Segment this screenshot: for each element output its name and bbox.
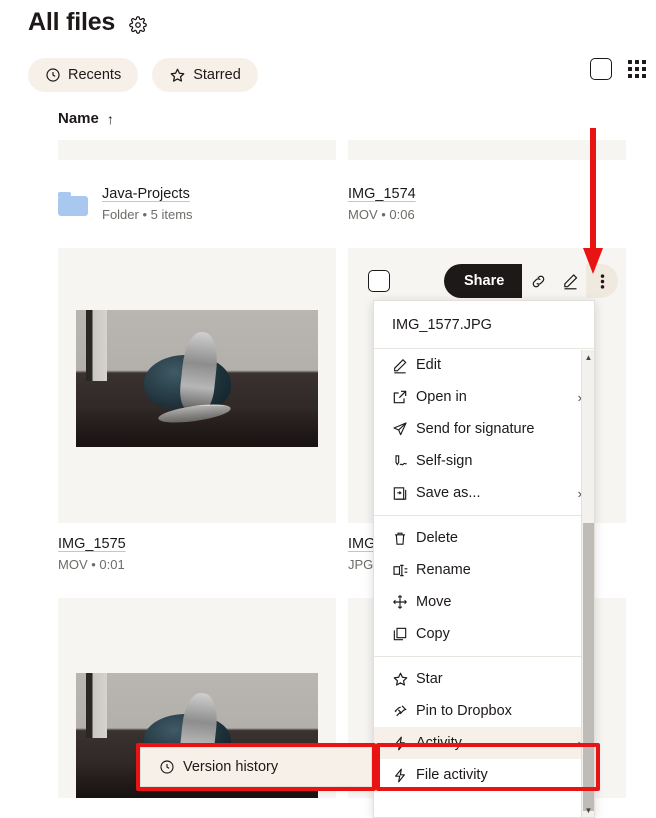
folder-icon — [58, 192, 88, 216]
grid-view-icon[interactable] — [628, 60, 646, 78]
context-menu-list: Edit Open in › Send for signature Self-s… — [374, 349, 594, 791]
menu-item-save-as[interactable]: Save as... › — [374, 477, 594, 509]
paper-plane-icon — [392, 421, 416, 437]
context-menu-title: IMG_1577.JPG — [374, 301, 594, 349]
file-cell-img-1575[interactable]: IMG_1575 MOV • 0:01 — [58, 248, 336, 572]
action-button-group: Share — [444, 264, 619, 298]
file-subtitle: MOV • 0:06 — [348, 207, 415, 222]
menu-item-star[interactable]: Star — [374, 663, 594, 695]
context-menu-scrollbar[interactable]: ▲ ▼ — [581, 350, 594, 817]
page-title: All files — [28, 8, 116, 36]
menu-item-label: Move — [416, 594, 452, 610]
menu-item-pin-to-dropbox[interactable]: Pin to Dropbox — [374, 695, 594, 727]
menu-item-label: Self-sign — [416, 453, 473, 469]
menu-item-label: Pin to Dropbox — [416, 703, 512, 719]
folder-entry[interactable]: Java-Projects Folder • 5 items — [58, 160, 336, 222]
file-subtitle: MOV • 0:01 — [58, 557, 125, 572]
signature-pen-icon — [392, 453, 416, 470]
page-header: All files — [28, 8, 149, 37]
star-icon — [392, 671, 416, 688]
thumbnail-img-1575[interactable] — [58, 248, 336, 523]
view-controls — [590, 58, 646, 80]
menu-divider — [374, 656, 594, 657]
menu-item-activity[interactable]: Activity › — [374, 727, 594, 759]
menu-item-label: Edit — [416, 357, 441, 373]
trash-icon — [392, 530, 416, 547]
scroll-down-arrow-icon[interactable]: ▼ — [582, 803, 594, 817]
filter-recents[interactable]: Recents — [28, 58, 139, 92]
gear-icon[interactable] — [127, 14, 149, 36]
copy-link-icon[interactable] — [522, 264, 555, 298]
scrollbar-thumb[interactable] — [583, 523, 594, 811]
filter-starred[interactable]: Starred — [152, 58, 258, 92]
menu-item-delete[interactable]: Delete — [374, 522, 594, 554]
file-context-menu: IMG_1577.JPG Edit Open in › Send for sig… — [373, 300, 595, 818]
thumbnail-partial — [58, 140, 336, 160]
menu-divider — [374, 515, 594, 516]
lightning-icon — [392, 735, 416, 752]
menu-item-label: File activity — [416, 767, 488, 783]
copy-icon — [392, 626, 416, 642]
column-header-label: Name — [58, 110, 99, 127]
video-thumbnail — [76, 310, 318, 447]
move-arrows-icon — [392, 594, 416, 610]
clock-icon — [159, 759, 183, 775]
open-external-icon — [392, 389, 416, 405]
pencil-icon — [392, 357, 416, 374]
rename-icon — [392, 563, 416, 578]
pin-icon — [392, 703, 416, 720]
edit-pencil-icon[interactable] — [554, 264, 587, 298]
file-cell-img-1574[interactable]: IMG_1574 MOV • 0:06 — [348, 140, 626, 222]
file-select-checkbox[interactable] — [368, 270, 390, 292]
menu-item-label: Copy — [416, 626, 450, 642]
version-history-label: Version history — [183, 759, 279, 775]
filter-recents-label: Recents — [68, 67, 122, 83]
file-cell-java-projects[interactable]: Java-Projects Folder • 5 items — [58, 140, 336, 222]
file-row-1: Java-Projects Folder • 5 items IMG_1574 … — [0, 140, 656, 222]
clock-icon — [45, 67, 61, 83]
menu-item-label: Save as... — [416, 485, 481, 501]
menu-item-copy[interactable]: Copy — [374, 618, 594, 650]
file-meta: IMG_1574 MOV • 0:06 — [348, 160, 626, 222]
menu-item-label: Activity — [416, 735, 462, 751]
share-button[interactable]: Share — [444, 264, 523, 298]
lightning-icon — [392, 767, 416, 784]
three-dots-vertical-icon[interactable] — [586, 264, 619, 298]
file-name[interactable]: IMG_1574 — [348, 186, 626, 202]
menu-item-label: Star — [416, 671, 443, 687]
select-all-checkbox[interactable] — [590, 58, 612, 80]
file-subtitle: Folder • 5 items — [102, 207, 193, 222]
filter-pills: Recents Starred — [28, 58, 258, 92]
sort-asc-icon: ↑ — [106, 110, 114, 127]
filter-starred-label: Starred — [193, 67, 241, 83]
file-name[interactable]: IMG_1575 — [58, 536, 336, 552]
menu-item-label: Send for signature — [416, 421, 535, 437]
menu-item-label: Rename — [416, 562, 471, 578]
column-header-name[interactable]: Name ↑ — [58, 110, 114, 127]
save-as-icon — [392, 485, 416, 502]
menu-item-open-in[interactable]: Open in › — [374, 381, 594, 413]
scroll-up-arrow-icon[interactable]: ▲ — [582, 350, 594, 364]
file-meta: IMG_1575 MOV • 0:01 — [58, 523, 336, 572]
menu-item-label: Delete — [416, 530, 458, 546]
file-name[interactable]: Java-Projects — [102, 186, 193, 202]
menu-item-rename[interactable]: Rename — [374, 554, 594, 586]
menu-item-self-sign[interactable]: Self-sign — [374, 445, 594, 477]
star-icon — [169, 67, 186, 84]
menu-item-move[interactable]: Move — [374, 586, 594, 618]
menu-item-send-for-signature[interactable]: Send for signature — [374, 413, 594, 445]
menu-item-file-activity[interactable]: File activity — [374, 759, 594, 791]
thumbnail-partial — [348, 140, 626, 160]
menu-item-label: Open in — [416, 389, 467, 405]
version-history-flyout[interactable]: Version history — [140, 747, 372, 787]
menu-item-edit[interactable]: Edit — [374, 349, 594, 381]
